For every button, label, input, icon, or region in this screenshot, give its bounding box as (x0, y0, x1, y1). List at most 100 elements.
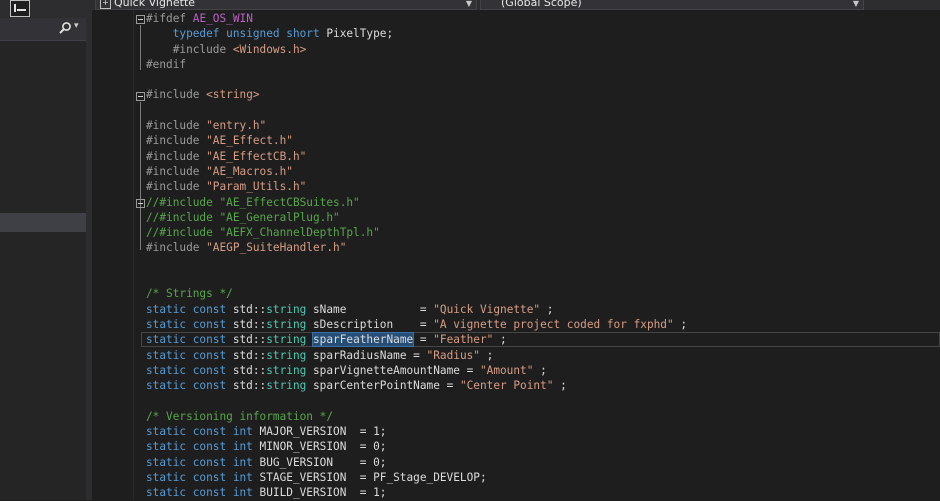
code-token: "Amount" (479, 363, 534, 377)
code-line[interactable]: static const int STAGE_VERSION = PF_Stag… (146, 470, 687, 485)
scope-dropdown-value: (Global Scope) (501, 0, 582, 9)
solution-explorer-panel: ▾ (0, 0, 86, 500)
code-token: static const (146, 363, 233, 377)
code-token: "AE_Macros.h" (206, 164, 293, 178)
code-token: "A vignette project coded for fxphd" (433, 317, 674, 331)
code-line[interactable]: static const std::string sDescription = … (146, 317, 687, 332)
scope-dropdown[interactable]: (Global Scope) ▼ (480, 0, 864, 10)
project-icon: + (100, 0, 111, 9)
code-token: #include (146, 88, 207, 102)
code-line[interactable]: #include <string> (146, 87, 687, 102)
collapse-region-icon[interactable] (136, 15, 145, 24)
code-line[interactable]: #include <Windows.h> (146, 42, 687, 57)
search-options-chevron-icon[interactable]: ▾ (74, 21, 79, 31)
code-token: STAGE_VERSION = PF_Stage_DEVELOP; (259, 470, 487, 484)
collapse-region-icon[interactable] (136, 199, 145, 208)
code-line[interactable]: #include "AE_EffectCB.h" (146, 149, 687, 164)
code-line[interactable]: typedef unsigned short PixelType; (146, 26, 687, 41)
code-token: static const (146, 317, 233, 331)
collapse-region-icon[interactable] (136, 92, 145, 101)
selected-tree-item[interactable] (0, 213, 86, 232)
code-line[interactable]: #include "AEGP_SuiteHandler.h" (146, 240, 687, 255)
code-line[interactable] (146, 256, 687, 271)
chevron-down-icon[interactable]: ▼ (466, 0, 472, 9)
code-line[interactable]: //#include "AE_GeneralPlug.h" (146, 210, 687, 225)
code-line[interactable]: static const std::string sparCenterPoint… (146, 378, 687, 393)
code-token: #include (146, 180, 207, 194)
code-token: sparRadiusName = (306, 348, 427, 362)
code-token: #include (146, 42, 233, 56)
code-line[interactable]: static const std::string sparFeatherName… (146, 332, 687, 348)
code-token: #include (146, 164, 207, 178)
code-line[interactable]: static const int MINOR_VERSION = 0; (146, 439, 687, 454)
code-token: "Feather" (433, 333, 494, 347)
search-icon[interactable] (58, 21, 72, 35)
code-line[interactable]: static const std::string sparVignetteAmo… (146, 363, 687, 378)
code-token: string (266, 302, 307, 316)
code-line[interactable]: //#include "AE_EffectCBSuites.h" (146, 195, 687, 210)
code-line[interactable]: #include "Param_Utils.h" (146, 179, 687, 194)
code-line[interactable]: #include "entry.h" (146, 118, 687, 133)
code-text[interactable]: #ifdef AE_OS_WIN typedef unsigned short … (146, 11, 687, 501)
code-token: #include (146, 241, 207, 255)
code-line[interactable] (146, 72, 687, 87)
code-token: static const int (146, 486, 260, 500)
solution-explorer-toolbar (0, 0, 86, 18)
code-line[interactable]: /* Versioning information */ (146, 409, 687, 424)
code-token: ; (493, 333, 507, 347)
code-token: AE_OS_WIN (192, 12, 253, 25)
code-line[interactable]: static const std::string sparRadiusName … (146, 348, 687, 363)
code-line[interactable]: #include "AE_Macros.h" (146, 164, 687, 179)
pane-toggle-icon[interactable] (10, 0, 30, 17)
code-line[interactable]: static const int BUILD_VERSION = 1; (146, 485, 687, 500)
code-line[interactable]: #ifdef AE_OS_WIN (146, 11, 687, 26)
code-token: sDescription = (306, 317, 434, 331)
code-token: string (266, 317, 307, 331)
outline-guide (140, 209, 141, 244)
project-dropdown[interactable]: + Quick Vignette ▼ (95, 0, 477, 10)
code-token: MAJOR_VERSION = 1; (259, 425, 387, 439)
code-token: typedef unsigned short (172, 27, 327, 41)
solution-search-box[interactable]: ▾ (0, 18, 86, 41)
project-dropdown-value: Quick Vignette (114, 0, 196, 9)
code-token: "Quick Vignette" (433, 302, 541, 316)
chevron-down-icon[interactable]: ▼ (853, 0, 859, 9)
code-token: ; (673, 317, 688, 331)
code-token: #include (146, 134, 207, 148)
code-token: #endif (146, 57, 187, 71)
code-line[interactable] (146, 103, 687, 118)
code-token: "Center Point" (459, 379, 554, 393)
code-token: string (266, 363, 307, 377)
code-line[interactable] (146, 393, 687, 408)
code-token: ; (540, 302, 554, 316)
code-token: #include (146, 149, 207, 163)
code-token: static const (146, 302, 233, 316)
code-line[interactable]: //#include "AEFX_ChannelDepthTpl.h" (146, 225, 687, 240)
code-token: static const int (146, 455, 260, 469)
code-line[interactable]: static const int BUG_VERSION = 0; (146, 455, 687, 470)
code-token: //#include "AE_EffectCBSuites.h" (146, 195, 360, 209)
code-token: string (266, 333, 307, 347)
code-line[interactable]: #endif (146, 57, 687, 72)
code-line[interactable]: static const std::string sName = "Quick … (146, 302, 687, 317)
code-token: "AE_EffectCB.h" (206, 149, 307, 163)
code-token: static const int (146, 470, 260, 484)
code-line[interactable]: /* Strings */ (146, 286, 687, 301)
code-token: sName = (306, 302, 434, 316)
code-token: sparCenterPointName = (306, 379, 460, 393)
code-token: ; (533, 363, 547, 377)
code-token: /* Strings */ (146, 287, 233, 301)
code-token: /* Versioning information */ (146, 409, 334, 423)
code-token: <Windows.h> (232, 42, 307, 56)
code-line[interactable] (146, 271, 687, 286)
outline-guide (140, 25, 141, 70)
code-token: <string> (206, 88, 260, 102)
code-token: //#include "AE_GeneralPlug.h" (146, 210, 340, 224)
code-line[interactable]: #include "AE_Effect.h" (146, 133, 687, 148)
code-token: static const int (146, 440, 260, 454)
code-token: BUILD_VERSION = 1; (259, 486, 387, 500)
code-token: sparVignetteAmountName = (306, 363, 480, 377)
code-line[interactable]: static const int MAJOR_VERSION = 1; (146, 424, 687, 439)
